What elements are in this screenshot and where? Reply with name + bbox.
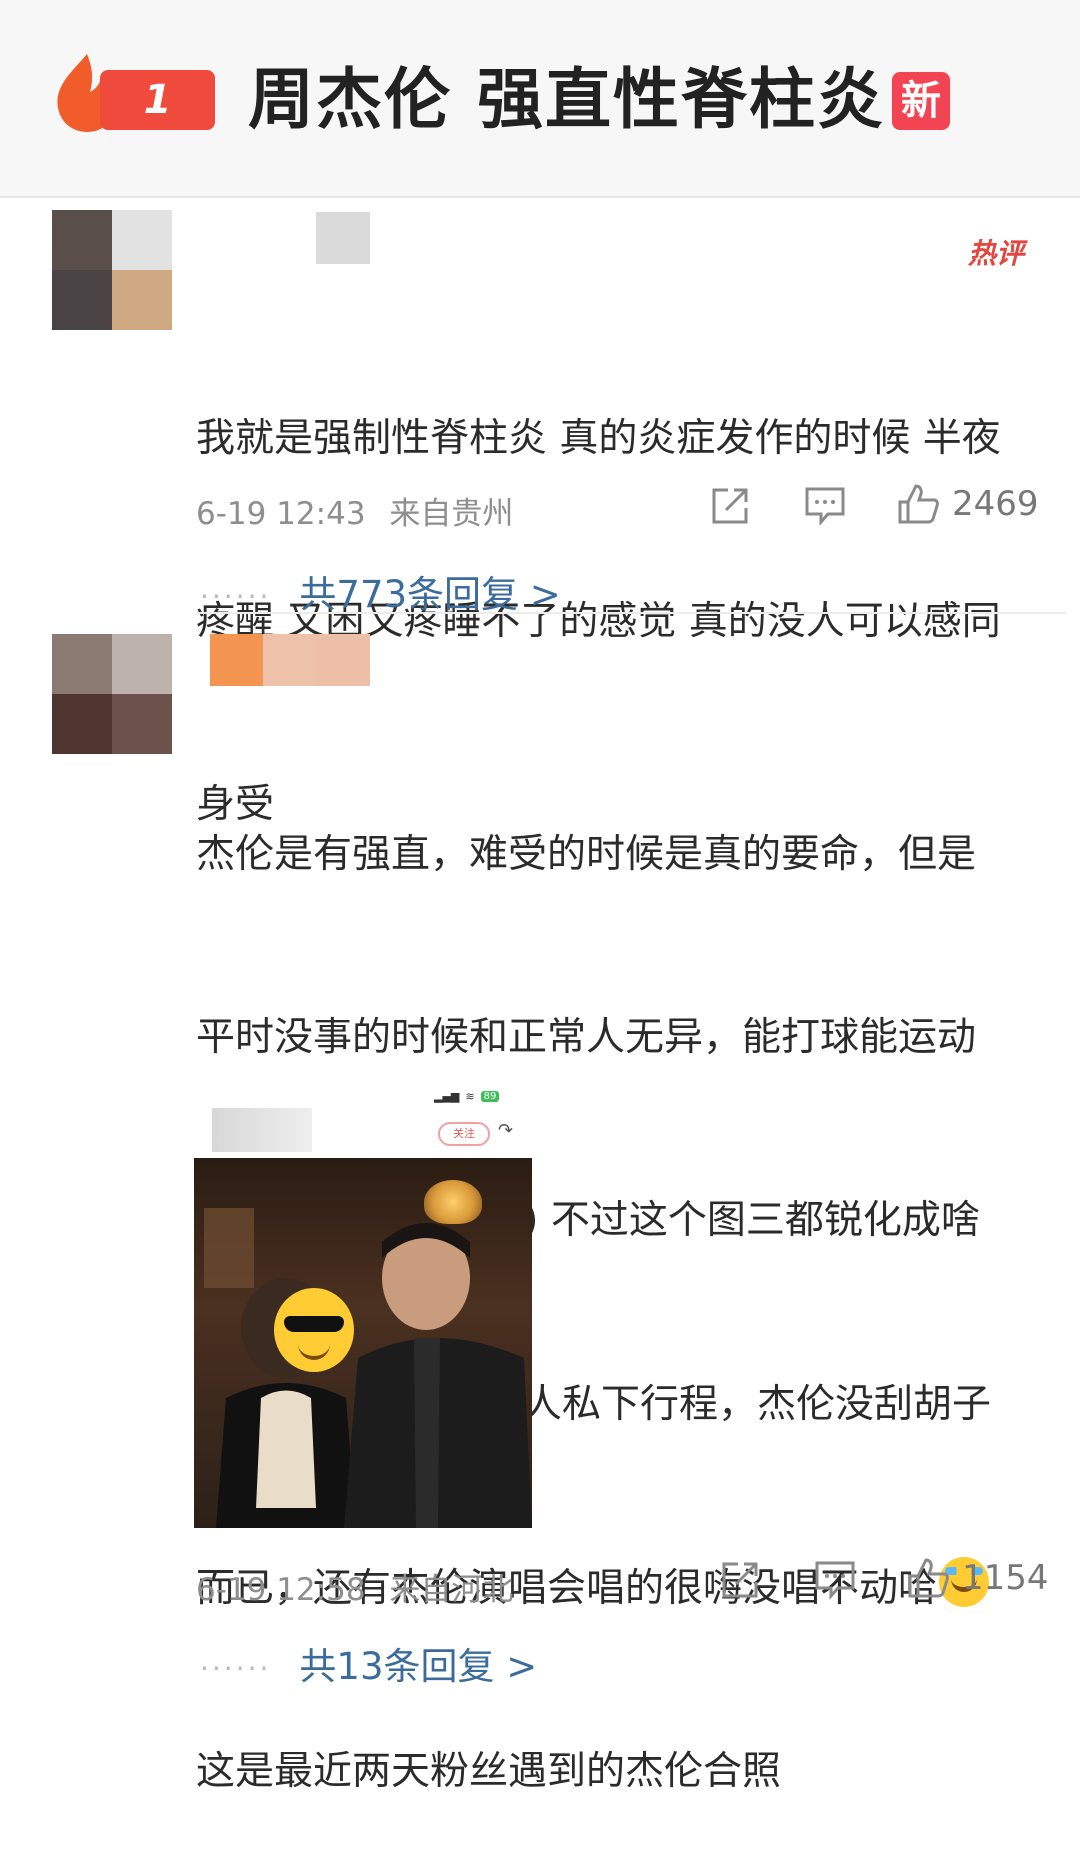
like-icon [898,484,939,524]
username-blurred[interactable] [210,634,370,686]
comment-icon [815,1561,855,1600]
comment-image[interactable]: ▂▄▆ ≋ 89 关注 ↷ [194,1088,532,1528]
signal-icon: ▂▄▆ [434,1089,460,1103]
avatar[interactable] [52,634,172,754]
trending-header: 1 周杰伦 强直性脊柱炎 新 [0,0,1080,198]
avatar[interactable] [52,210,172,330]
screenshot-share-icon: ↷ [498,1120,514,1141]
wifi-icon: ≋ [465,1089,475,1103]
comment-line: 这是最近两天粉丝遇到的杰伦合照 [196,1749,782,1794]
dots-decoration: ······ [200,580,272,613]
share-button[interactable] [710,486,750,526]
comment-line: 杰伦是有强直，难受的时候是真的要命，但是 [196,832,977,877]
sunglasses-emoji [274,1288,354,1372]
comment-button[interactable] [804,486,846,526]
share-icon [712,488,748,524]
comment-date: 6-19 12:58 [196,1572,366,1608]
dots-decoration: ······ [200,1652,272,1685]
share-icon [722,1562,758,1598]
celebrity-figure [344,1223,532,1528]
like-button[interactable]: 1154 [906,1556,1049,1600]
fan-photo [194,1158,532,1528]
screenshot-username-blurred [212,1108,312,1152]
divider [196,612,1066,614]
comment-meta: 6-19 12:43 来自贵州 [196,488,513,533]
like-count: 1154 [962,1558,1049,1598]
battery-badge: 89 [480,1090,500,1102]
share-button[interactable] [720,1560,760,1600]
like-button[interactable]: 2469 [896,482,1039,526]
screenshot-follow-button: 关注 [438,1122,490,1146]
like-count: 2469 [952,484,1039,524]
rank-badge: 1 [100,70,215,130]
replies-text: 共13条回复 > [299,1645,538,1688]
comment-location: 来自贵州 [389,496,514,532]
comment-button[interactable] [814,1560,856,1600]
screenshot-status-bar: ▂▄▆ ≋ 89 [434,1088,514,1104]
like-icon [908,1558,949,1598]
new-badge: 新 [892,72,950,130]
comment-line: 平时没事的时候和正常人无异，能打球能运动 [196,1015,977,1060]
comment-icon [805,487,845,526]
comment-date: 6-19 12:43 [196,496,366,532]
comment-location: 来自河北 [389,1572,514,1608]
view-replies-link[interactable]: ······ 共13条回复 > [200,1636,537,1690]
topic-title[interactable]: 周杰伦 强直性脊柱炎 [248,58,885,142]
comment-meta: 6-19 12:58 来自河北 [196,1564,513,1609]
username-blurred[interactable] [316,212,370,264]
view-replies-link[interactable]: ······ 共773条回复 > [200,564,561,618]
hot-comment-badge: 热评 [968,237,1025,270]
replies-text: 共773条回复 > [299,573,561,616]
comment-line: 我就是强制性脊柱炎 真的炎症发作的时候 半夜 [196,416,1001,461]
